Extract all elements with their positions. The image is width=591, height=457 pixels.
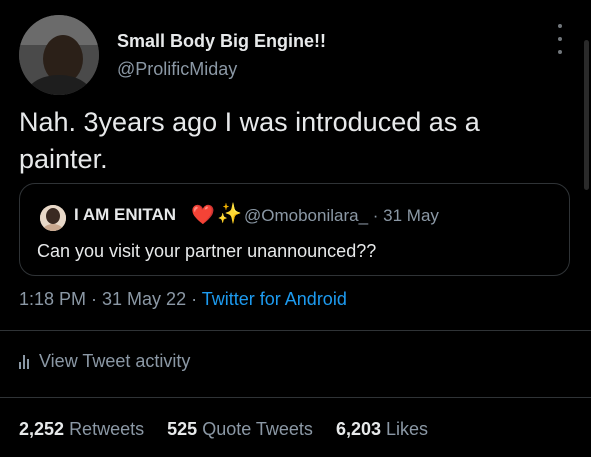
likes-count: 6,203 [335,419,381,439]
quoted-tweet[interactable]: I AM ENITAN ❤️ ✨ @Omobonilara_ · 31 May … [19,183,570,276]
tweet-text: Nah. 3years ago I was introduced as a pa… [19,107,480,174]
retweets-stat[interactable]: 2,252 Retweets [19,419,144,439]
quoted-author-name: I AM ENITAN [74,205,176,224]
tweet-meta: 1:18 PM · 31 May 22 · Twitter for Androi… [19,289,347,310]
scrollbar[interactable] [584,40,589,190]
quote-tweets-count: 525 [167,419,198,439]
author-avatar[interactable] [19,15,99,95]
tweet-stats: 2,252 Retweets 525 Quote Tweets 6,203 Li… [19,419,446,440]
analytics-bars-icon [19,354,29,369]
quoted-handle-date: @Omobonilara_ · 31 May [244,206,439,225]
retweets-count: 2,252 [19,419,65,439]
more-options-icon[interactable] [554,24,566,54]
quote-tweets-label: Quote Tweets [202,419,313,439]
likes-label: Likes [386,419,429,439]
author-photo [19,15,99,95]
view-tweet-activity-link[interactable]: View Tweet activity [19,351,190,372]
tweet-source-link[interactable]: Twitter for Android [202,289,347,309]
author-handle[interactable]: @ProlificMiday [117,59,237,80]
tweet-timestamp[interactable]: 1:18 PM · 31 May 22 · [19,289,202,309]
quoted-author-photo [40,205,66,231]
likes-stat[interactable]: 6,203 Likes [336,419,428,439]
retweets-label: Retweets [69,419,145,439]
divider [0,397,591,398]
quote-tweets-stat[interactable]: 525 Quote Tweets [167,419,313,439]
red-heart-emoji: ❤️ [191,205,215,226]
author-name[interactable]: Small Body Big Engine!! [117,31,326,52]
view-tweet-activity-label: View Tweet activity [39,351,191,371]
sparkles-emoji: ✨ [217,203,242,225]
quoted-tweet-text: Can you visit your partner unannounced?? [37,241,377,261]
divider [0,330,591,331]
quoted-author-avatar [40,205,66,231]
